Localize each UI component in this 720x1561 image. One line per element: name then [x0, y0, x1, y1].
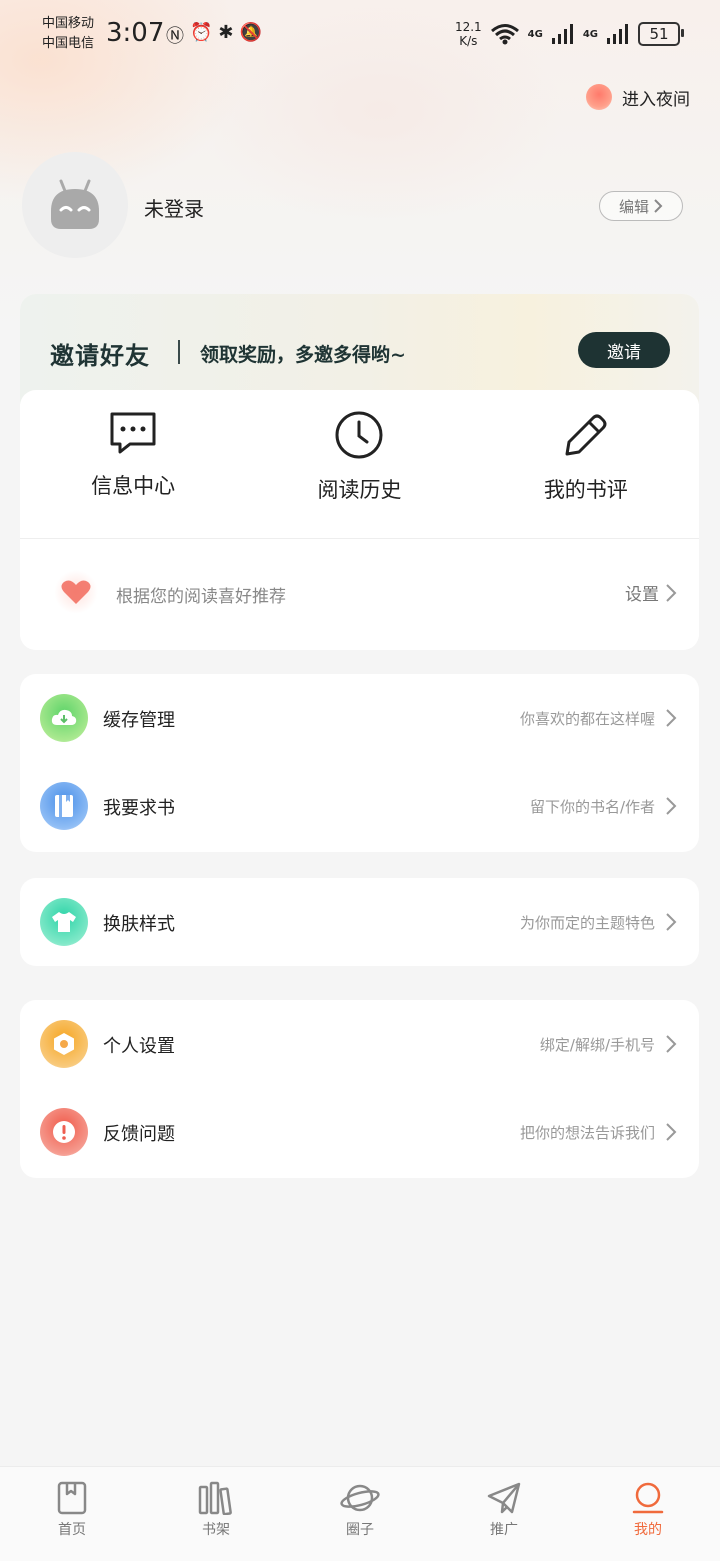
wifi-icon	[490, 24, 519, 45]
carrier-info: 中国移动 中国电信	[42, 14, 94, 54]
recommend-setting-link[interactable]: 设置	[625, 580, 677, 605]
avatar[interactable]	[22, 152, 128, 258]
quick-action-label: 信息中心	[91, 474, 176, 498]
status-bar: 中国移动 中国电信 3:07 Ⓝ ⏰ ✱ 🔕 12.1 K/s 4G 4G 51	[0, 0, 720, 70]
status-time: 3:07	[106, 18, 165, 48]
menu-title: 换肤样式	[103, 914, 175, 935]
tshirt-icon	[40, 898, 88, 946]
menu-row-cache[interactable]: 缓存管理 你喜欢的都在这样喔	[20, 674, 699, 762]
nav-item-bookshelf[interactable]: 书架	[144, 1467, 288, 1561]
invite-subtitle: 领取奖励，多邀多得哟~	[200, 344, 406, 366]
signal-2-label: 4G	[582, 28, 598, 40]
invite-divider	[178, 340, 180, 364]
signal-2-icon	[607, 24, 628, 44]
recommend-setting-label: 设置	[625, 585, 659, 605]
clock-icon	[335, 411, 383, 459]
invite-button[interactable]: 邀请	[578, 332, 670, 368]
menu-hint: 把你的想法告诉我们	[519, 1124, 655, 1142]
main-card: 邀请好友 领取奖励，多邀多得哟~ 邀请 信息中心 阅读历史 我的书评 根据您的阅…	[20, 294, 699, 650]
mute-icon: 🔕	[239, 22, 262, 43]
invite-title: 邀请好友	[50, 342, 150, 370]
chevron-right-icon	[654, 199, 663, 213]
divider	[20, 538, 699, 539]
nav-item-circle[interactable]: 圈子	[288, 1467, 432, 1561]
settings-card: 个人设置 绑定/解绑/手机号 反馈问题 把你的想法告诉我们	[20, 1000, 699, 1178]
menu-hint: 绑定/解绑/手机号	[539, 1036, 655, 1054]
alarm-icon: ⏰	[190, 22, 213, 43]
signal-1-icon	[551, 24, 573, 44]
person-icon	[632, 1482, 664, 1514]
tools-card: 缓存管理 你喜欢的都在这样喔 我要求书 留下你的书名/作者	[20, 674, 699, 852]
username[interactable]: 未登录	[144, 193, 204, 222]
menu-row-request[interactable]: 我要求书 留下你的书名/作者	[20, 762, 699, 850]
chevron-right-icon	[666, 1123, 677, 1141]
quick-action-label: 阅读历史	[317, 478, 402, 502]
menu-row-skin[interactable]: 换肤样式 为你而定的主题特色	[20, 878, 699, 966]
nav-label: 我的	[634, 1522, 662, 1538]
recommend-text: 根据您的阅读喜好推荐	[116, 587, 286, 607]
bluetooth-icon: ✱	[218, 22, 234, 43]
quick-action-reviews[interactable]: 我的书评	[473, 400, 699, 520]
bookshelf-icon	[198, 1481, 232, 1515]
menu-hint: 为你而定的主题特色	[519, 914, 655, 932]
bottom-navigation: 首页 书架 圈子 推广 我的	[0, 1466, 720, 1561]
carrier-1: 中国移动	[42, 16, 95, 31]
net-speed-unit: K/s	[459, 34, 478, 48]
status-icons-left: Ⓝ ⏰ ✱ 🔕	[166, 22, 262, 48]
signal-1-label: 4G	[527, 28, 543, 40]
nav-item-mine[interactable]: 我的	[576, 1467, 720, 1561]
edit-label: 编辑	[618, 197, 649, 216]
nav-item-promote[interactable]: 推广	[432, 1467, 576, 1561]
menu-hint: 留下你的书名/作者	[529, 798, 655, 816]
settings-hex-icon	[40, 1020, 88, 1068]
chevron-right-icon	[666, 913, 677, 931]
skin-card: 换肤样式 为你而定的主题特色	[20, 878, 699, 966]
menu-title: 缓存管理	[103, 710, 175, 731]
nav-label: 圈子	[346, 1522, 374, 1538]
pen-icon	[565, 414, 607, 456]
battery-icon: 51	[638, 22, 684, 46]
menu-row-personal[interactable]: 个人设置 绑定/解绑/手机号	[20, 1000, 699, 1088]
battery-level: 51	[649, 25, 669, 43]
menu-title: 我要求书	[103, 798, 175, 819]
nav-label: 首页	[58, 1522, 86, 1538]
paper-plane-icon	[487, 1482, 521, 1514]
quick-action-history[interactable]: 阅读历史	[246, 400, 472, 520]
night-mode-toggle[interactable]: 进入夜间	[586, 84, 690, 110]
cloud-download-icon	[40, 694, 88, 742]
menu-title: 个人设置	[103, 1036, 175, 1057]
alert-icon	[40, 1108, 88, 1156]
planet-icon	[340, 1484, 380, 1512]
chevron-right-icon	[666, 709, 677, 727]
status-icons-right: 12.1 K/s 4G 4G 51	[455, 20, 684, 48]
nav-label: 推广	[490, 1522, 518, 1538]
chevron-right-icon	[666, 1035, 677, 1053]
night-mode-label: 进入夜间	[622, 89, 690, 110]
book-request-icon	[40, 782, 88, 830]
book-icon	[57, 1481, 87, 1515]
menu-row-feedback[interactable]: 反馈问题 把你的想法告诉我们	[20, 1088, 699, 1176]
chevron-right-icon	[666, 583, 677, 602]
robot-avatar-icon	[51, 179, 99, 229]
quick-action-label: 我的书评	[543, 478, 628, 502]
net-speed-value: 12.1	[454, 20, 482, 34]
edit-profile-button[interactable]: 编辑	[599, 191, 683, 221]
net-speed: 12.1 K/s	[455, 20, 482, 48]
invite-banner[interactable]: 邀请好友 领取奖励，多邀多得哟~ 邀请	[20, 294, 699, 404]
nav-item-home[interactable]: 首页	[0, 1467, 144, 1561]
menu-hint: 你喜欢的都在这样喔	[519, 710, 655, 728]
carrier-2: 中国电信	[42, 36, 95, 51]
main-actions: 信息中心 阅读历史 我的书评 根据您的阅读喜好推荐 设置	[20, 390, 699, 650]
recommend-row[interactable]: 根据您的阅读喜好推荐 设置	[20, 540, 699, 650]
menu-title: 反馈问题	[103, 1124, 175, 1145]
message-icon	[110, 412, 156, 454]
chevron-right-icon	[666, 797, 677, 815]
night-mode-icon	[586, 84, 612, 110]
heart-icon	[54, 570, 98, 614]
nfc-icon: Ⓝ	[166, 26, 184, 47]
nav-label: 书架	[202, 1522, 230, 1538]
quick-action-messages[interactable]: 信息中心	[20, 400, 246, 520]
quick-actions: 信息中心 阅读历史 我的书评	[20, 400, 699, 520]
